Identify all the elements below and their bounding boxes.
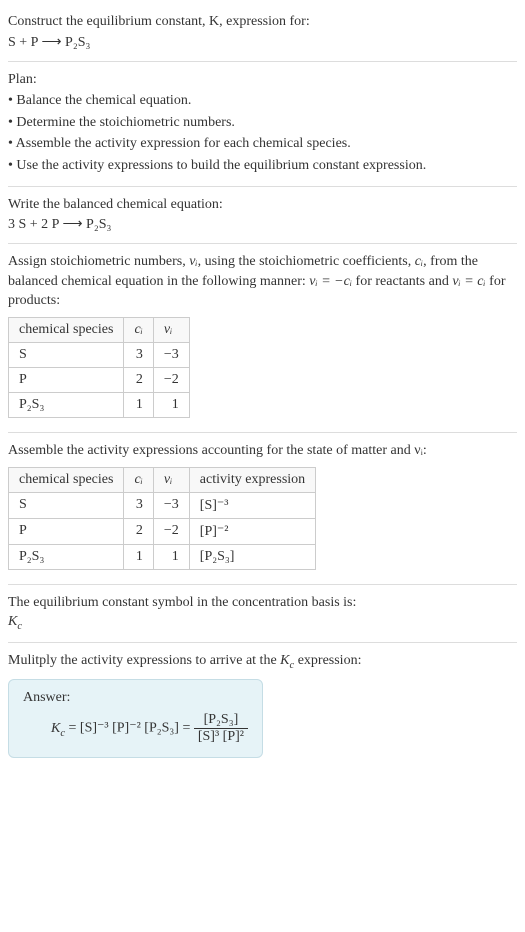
plan-bullet-3: • Assemble the activity expression for e…	[8, 134, 517, 154]
th-ci: cᵢ	[124, 317, 153, 342]
intro-section: Construct the equilibrium constant, K, e…	[8, 4, 517, 61]
cell-ci: 2	[124, 367, 153, 392]
cell-species: S	[9, 342, 124, 367]
th-ci: cᵢ	[124, 467, 153, 492]
cell-species: P	[9, 518, 124, 544]
cell-ci: 1	[124, 544, 153, 569]
stoich-section: Assign stoichiometric numbers, νᵢ, using…	[8, 244, 517, 432]
cell-species: P₂S₃	[9, 392, 124, 417]
cell-ci: 2	[124, 518, 153, 544]
kc-var: Kc	[51, 721, 65, 736]
table-row: S 3 −3 [S]⁻³	[9, 492, 316, 518]
intro-text: Construct the equilibrium constant, K, e…	[8, 12, 517, 32]
cell-ci: 3	[124, 342, 153, 367]
arrow-icon: ⟶	[62, 217, 82, 232]
table-row: P₂S₃ 1 1 [P₂S₃]	[9, 544, 316, 569]
arrow-icon: ⟶	[41, 35, 61, 50]
balanced-rhs: P₂S₃	[86, 217, 111, 232]
kc-symbol-text: The equilibrium constant symbol in the c…	[8, 593, 517, 613]
cell-activity: [P]⁻²	[189, 518, 315, 544]
answer-equation: Kc = [S]⁻³ [P]⁻² [P₂S₃] = [P₂S₃] [S]³ [P…	[23, 712, 248, 745]
unbalanced-equation: S + P ⟶ P₂S₃	[8, 34, 517, 51]
cell-nu: −2	[153, 518, 189, 544]
activity-intro: Assemble the activity expressions accoun…	[8, 441, 517, 461]
cell-nu: −2	[153, 367, 189, 392]
frac-denominator: [S]³ [P]²	[194, 729, 248, 745]
stoich-d: for reactants and	[352, 274, 452, 289]
stoich-b: , using the stoichiometric coefficients,	[198, 254, 415, 269]
plan-heading: Plan:	[8, 70, 517, 90]
table-row: P 2 −2	[9, 367, 190, 392]
cell-ci: 1	[124, 392, 153, 417]
th-activity: activity expression	[189, 467, 315, 492]
activity-section: Assemble the activity expressions accoun…	[8, 433, 517, 584]
kc-symbol: Kc	[8, 614, 517, 632]
cell-ci: 3	[124, 492, 153, 518]
cell-nu: 1	[153, 544, 189, 569]
cell-nu: −3	[153, 492, 189, 518]
nu-symbol: νᵢ	[189, 254, 197, 269]
rel-products: νᵢ = cᵢ	[452, 274, 485, 289]
plan-section: Plan: • Balance the chemical equation. •…	[8, 62, 517, 186]
plan-bullet-1: • Balance the chemical equation.	[8, 91, 517, 111]
stoich-a: Assign stoichiometric numbers,	[8, 254, 189, 269]
cell-species: P	[9, 367, 124, 392]
frac-numerator: [P₂S₃]	[194, 712, 248, 729]
table-header-row: chemical species cᵢ νᵢ activity expressi…	[9, 467, 316, 492]
balanced-section: Write the balanced chemical equation: 3 …	[8, 187, 517, 244]
eq-lhs: S + P	[8, 35, 38, 50]
th-species: chemical species	[9, 467, 124, 492]
balanced-lhs: 3 S + 2 P	[8, 217, 59, 232]
balanced-heading: Write the balanced chemical equation:	[8, 195, 517, 215]
cell-activity: [S]⁻³	[189, 492, 315, 518]
kc-label: Kc	[8, 614, 22, 629]
balanced-equation: 3 S + 2 P ⟶ P₂S₃	[8, 216, 517, 233]
cell-nu: −3	[153, 342, 189, 367]
cell-nu: 1	[153, 392, 189, 417]
th-nu: νᵢ	[153, 317, 189, 342]
cell-activity: [P₂S₃]	[189, 544, 315, 569]
answer-label: Answer:	[23, 690, 248, 706]
stoich-table: chemical species cᵢ νᵢ S 3 −3 P 2 −2 P₂S…	[8, 317, 190, 418]
rel-reactants: νᵢ = −cᵢ	[309, 274, 352, 289]
stoich-text: Assign stoichiometric numbers, νᵢ, using…	[8, 252, 517, 311]
th-nu: νᵢ	[153, 467, 189, 492]
plan-bullet-2: • Determine the stoichiometric numbers.	[8, 113, 517, 133]
answer-box: Answer: Kc = [S]⁻³ [P]⁻² [P₂S₃] = [P₂S₃]…	[8, 679, 263, 758]
table-row: P 2 −2 [P]⁻²	[9, 518, 316, 544]
eq-product: P₂S₃	[65, 35, 90, 50]
cell-species: S	[9, 492, 124, 518]
multiply-text: Mulitply the activity expressions to arr…	[8, 651, 517, 673]
kc-symbol-section: The equilibrium constant symbol in the c…	[8, 585, 517, 642]
plan-bullet-4: • Use the activity expressions to build …	[8, 156, 517, 176]
answer-fraction: [P₂S₃] [S]³ [P]²	[194, 712, 248, 745]
table-header-row: chemical species cᵢ νᵢ	[9, 317, 190, 342]
table-row: S 3 −3	[9, 342, 190, 367]
multiply-section: Mulitply the activity expressions to arr…	[8, 643, 517, 766]
activity-table: chemical species cᵢ νᵢ activity expressi…	[8, 467, 316, 570]
answer-expr: = [S]⁻³ [P]⁻² [P₂S₃] =	[65, 721, 194, 736]
table-row: P₂S₃ 1 1	[9, 392, 190, 417]
th-species: chemical species	[9, 317, 124, 342]
intro-line1: Construct the equilibrium constant, K, e…	[8, 14, 310, 29]
cell-species: P₂S₃	[9, 544, 124, 569]
ci-symbol: cᵢ	[415, 254, 423, 269]
